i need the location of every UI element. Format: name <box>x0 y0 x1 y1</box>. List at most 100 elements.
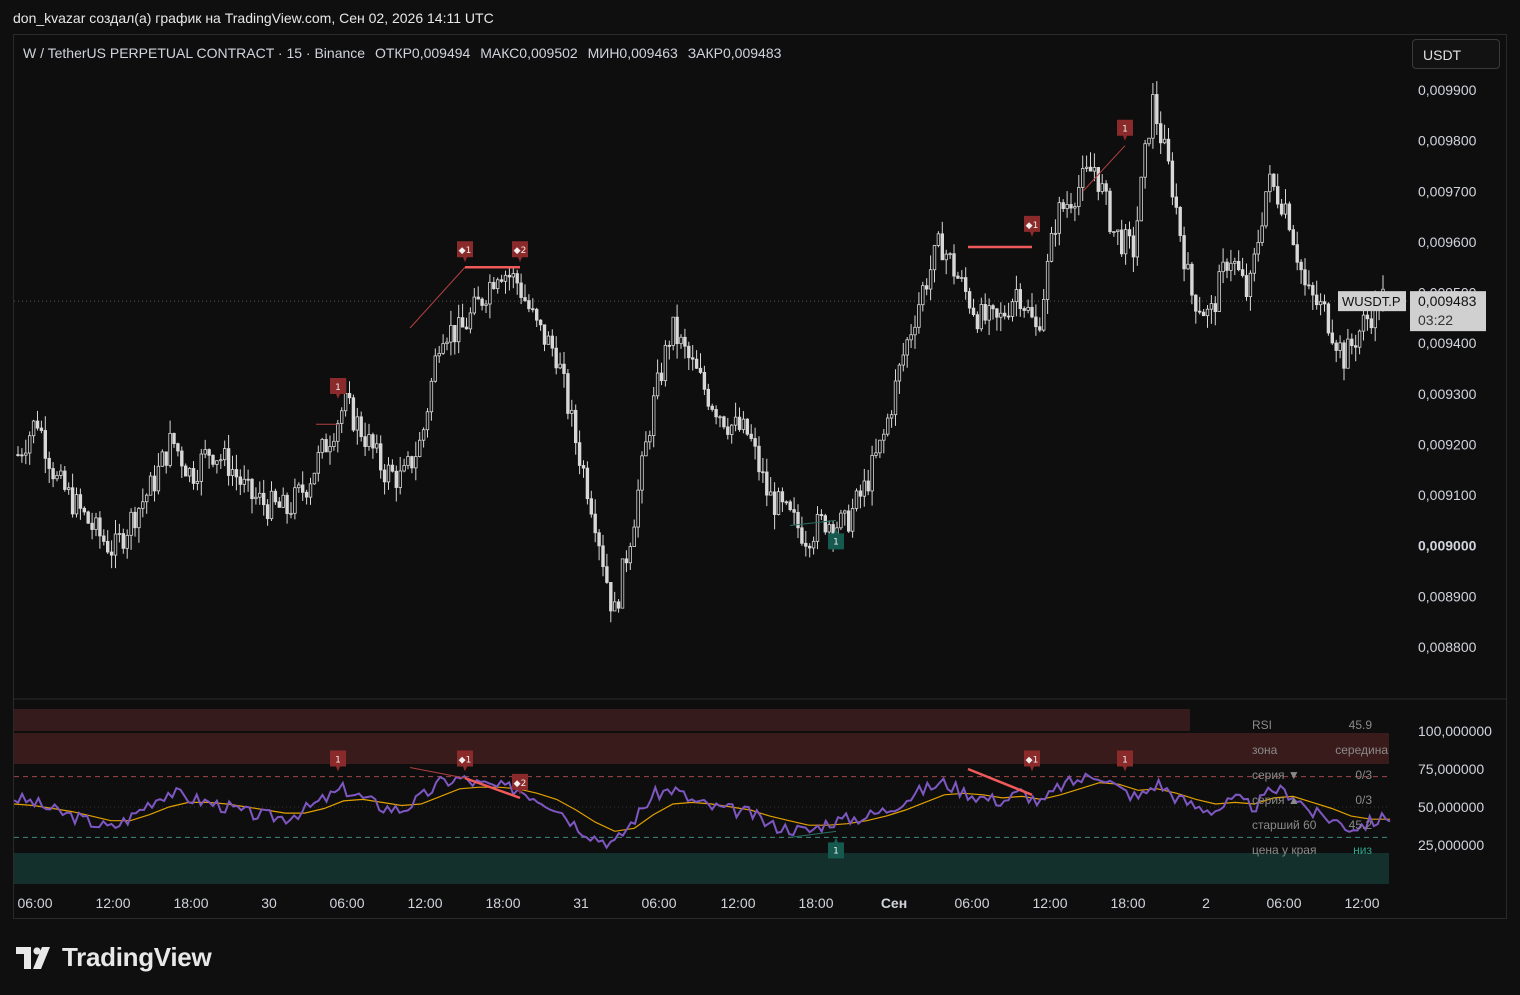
tradingview-logo-icon <box>16 946 50 969</box>
candle-body <box>515 273 519 284</box>
candle-body <box>67 487 71 490</box>
candle-body <box>1081 168 1085 188</box>
candle-body <box>613 601 617 612</box>
candle-body <box>460 317 465 328</box>
candle-body <box>183 465 188 477</box>
candle-body <box>718 416 722 419</box>
candle-body <box>1279 203 1284 215</box>
candle-body <box>815 514 820 542</box>
candle-body <box>1307 284 1311 287</box>
candle-body <box>1361 314 1366 332</box>
candle-body <box>671 316 675 346</box>
candle-body <box>1299 261 1303 271</box>
candle-body <box>47 457 51 469</box>
candles <box>16 81 1385 623</box>
symbol-title[interactable]: W / TetherUS PERPETUAL CONTRACT · 15 · B… <box>23 45 365 61</box>
candle-body <box>1233 260 1237 264</box>
candle-body <box>94 517 98 530</box>
candle-body <box>769 491 773 496</box>
candle-body <box>375 443 379 449</box>
marker-label: ◆1 <box>1026 221 1039 231</box>
candle-body <box>355 416 359 431</box>
divergence-line <box>409 266 466 329</box>
candle-body <box>944 253 948 261</box>
candle-body <box>936 233 941 246</box>
candle-body <box>195 480 200 484</box>
candle-body <box>819 514 824 517</box>
candle-body <box>300 484 305 493</box>
marker-label: 1 <box>1122 125 1128 135</box>
price-tick-label: 0,009600 <box>1418 234 1477 250</box>
time-tick-label: 12:00 <box>1344 895 1379 911</box>
candle-body <box>1365 314 1370 320</box>
bearish-divergence-marker: ◆2 <box>512 773 528 795</box>
candle-body <box>1178 206 1182 236</box>
candle-body <box>86 511 90 524</box>
high-value: МАКС0,009502 <box>480 45 578 61</box>
rsi-divergence-line <box>967 767 1033 796</box>
candle-body <box>24 452 28 456</box>
candle-body <box>1287 203 1292 231</box>
candle-body <box>390 464 395 472</box>
price-tick-label: 0,008800 <box>1418 639 1477 655</box>
bearish-divergence-marker: 1 <box>330 750 346 772</box>
candle-body <box>1369 318 1373 329</box>
price-tick-label: 0,009200 <box>1418 436 1477 452</box>
candle-body <box>507 274 512 278</box>
rsi-table-label: RSI <box>1252 718 1272 732</box>
candle-body <box>741 418 746 430</box>
candle-body <box>648 435 652 443</box>
rsi-tick-label: 25,000000 <box>1418 837 1484 853</box>
candle-body <box>261 492 266 506</box>
candle-body <box>679 336 683 345</box>
candle-body <box>655 372 660 397</box>
candle-body <box>1198 310 1202 313</box>
candle-body <box>1034 316 1038 328</box>
candle-body <box>1295 244 1299 263</box>
candle-body <box>983 304 987 321</box>
chart-canvas[interactable]: 0,0099000,0098000,0097000,0096000,009500… <box>0 0 1520 995</box>
candle-body <box>535 308 539 321</box>
time-tick-label: 30 <box>261 895 277 911</box>
candle-body <box>1354 345 1358 348</box>
bearish-divergence-marker: ◆1 <box>1024 750 1040 772</box>
candle-body <box>800 527 804 544</box>
candle-body <box>687 345 691 359</box>
candle-body <box>1123 229 1128 255</box>
candle-body <box>499 279 504 282</box>
candle-body <box>605 566 609 583</box>
candle-body <box>406 456 410 466</box>
candle-body <box>410 456 414 469</box>
rsi-table-value: низ <box>1353 843 1372 857</box>
candle-body <box>82 507 86 513</box>
candle-body <box>230 469 235 476</box>
candle-body <box>156 465 161 492</box>
candle-body <box>472 296 476 314</box>
candle-body <box>199 453 203 482</box>
marker-label: 1 <box>335 383 341 393</box>
candle-body <box>417 439 422 457</box>
candle-body <box>1350 338 1354 347</box>
candle-body <box>1104 183 1108 192</box>
candle-body <box>1042 299 1046 331</box>
candle-body <box>1221 261 1225 273</box>
rsi-zone-band <box>14 709 1190 731</box>
symbol-tag: WUSDT.P <box>1342 294 1401 309</box>
candle-body <box>137 507 141 529</box>
currency-button[interactable]: USDT <box>1412 39 1500 69</box>
marker-label: ◆2 <box>514 779 527 789</box>
candle-body <box>932 245 937 271</box>
candle-body <box>429 380 434 413</box>
candle-body <box>347 393 352 399</box>
candle-body <box>1272 173 1276 187</box>
candle-body <box>811 540 816 549</box>
candle-body <box>1217 271 1221 313</box>
tradingview-logo[interactable]: TradingView <box>16 942 212 973</box>
close-value: ЗАКР0,009483 <box>687 45 782 61</box>
candle-body <box>492 281 496 290</box>
candle-body <box>203 449 207 455</box>
candle-body <box>1256 242 1260 255</box>
candle-body <box>1240 269 1245 276</box>
candle-body <box>488 281 492 305</box>
candle-body <box>804 542 808 547</box>
